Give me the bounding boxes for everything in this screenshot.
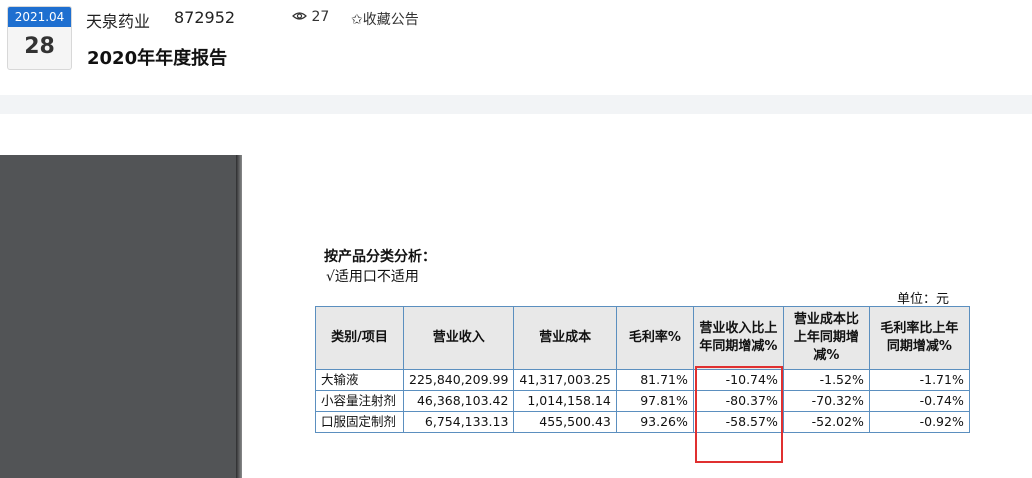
table-row: 口服固定制剂 6,754,133.13 455,500.43 93.26% -5… — [315, 411, 970, 433]
table-cell: 1,014,158.14 — [513, 390, 617, 412]
eye-icon — [292, 12, 307, 20]
company-name[interactable]: 天泉药业 — [86, 8, 150, 32]
table-cell: 口服固定制剂 — [315, 411, 404, 433]
section-heading: 按产品分类分析： — [324, 249, 436, 265]
column-header: 类别/项目 — [315, 306, 404, 370]
product-analysis-table: 类别/项目 营业收入 营业成本 毛利率% 营业收入比上年同期增减% 营业成本比上… — [315, 306, 970, 433]
toolbar-band — [0, 95, 1032, 114]
table-cell: 97.81% — [615, 390, 694, 412]
table-cell: -1.52% — [782, 369, 870, 391]
unit-label: 单位：元 — [897, 292, 950, 307]
table-cell: 81.71% — [615, 369, 694, 391]
table-cell: -1.71% — [868, 369, 970, 391]
column-header: 营业成本比上年同期增减% — [782, 306, 870, 370]
table-row: 小容量注射剂 46,368,103.42 1,014,158.14 97.81%… — [315, 390, 970, 412]
table-header-row: 类别/项目 营业收入 营业成本 毛利率% 营业收入比上年同期增减% 营业成本比上… — [315, 306, 970, 370]
table-cell: -52.02% — [782, 411, 870, 433]
column-header: 营业收入比上年同期增减% — [692, 306, 784, 370]
column-header: 营业收入 — [402, 306, 515, 370]
table-row: 大输液 225,840,209.99 41,317,003.25 81.71% … — [315, 369, 970, 391]
table-cell: 93.26% — [615, 411, 694, 433]
column-header: 毛利率比上年同期增减% — [868, 306, 970, 370]
table-cell: -0.92% — [868, 411, 970, 433]
date-day: 28 — [24, 34, 55, 59]
table-cell: 6,754,133.13 — [402, 411, 515, 433]
table-cell: -70.32% — [782, 390, 870, 412]
table-cell: 46,368,103.42 — [402, 390, 515, 412]
panel-shadow — [236, 155, 242, 478]
table-cell: 41,317,003.25 — [513, 369, 617, 391]
view-count-value: 27 — [311, 9, 330, 25]
column-header: 毛利率% — [615, 306, 694, 370]
date-badge: 2021.04 28 — [7, 6, 72, 70]
table-cell: 455,500.43 — [513, 411, 617, 433]
highlight-box — [695, 366, 783, 463]
page-title: 2020年年度报告 — [87, 48, 228, 69]
favorite-button[interactable]: ✩收藏公告 — [351, 9, 419, 29]
table-cell: 小容量注射剂 — [315, 390, 404, 412]
date-year-month: 2021.04 — [8, 7, 71, 27]
table-cell: -0.74% — [868, 390, 970, 412]
table-cell: 225,840,209.99 — [402, 369, 515, 391]
viewer-side-panel — [0, 155, 236, 478]
table-cell: 大输液 — [315, 369, 404, 391]
applicability-note: √适用口不适用 — [326, 269, 419, 285]
view-count: 27 — [292, 9, 329, 25]
stock-code: 872952 — [174, 8, 236, 27]
column-header: 营业成本 — [513, 306, 617, 370]
